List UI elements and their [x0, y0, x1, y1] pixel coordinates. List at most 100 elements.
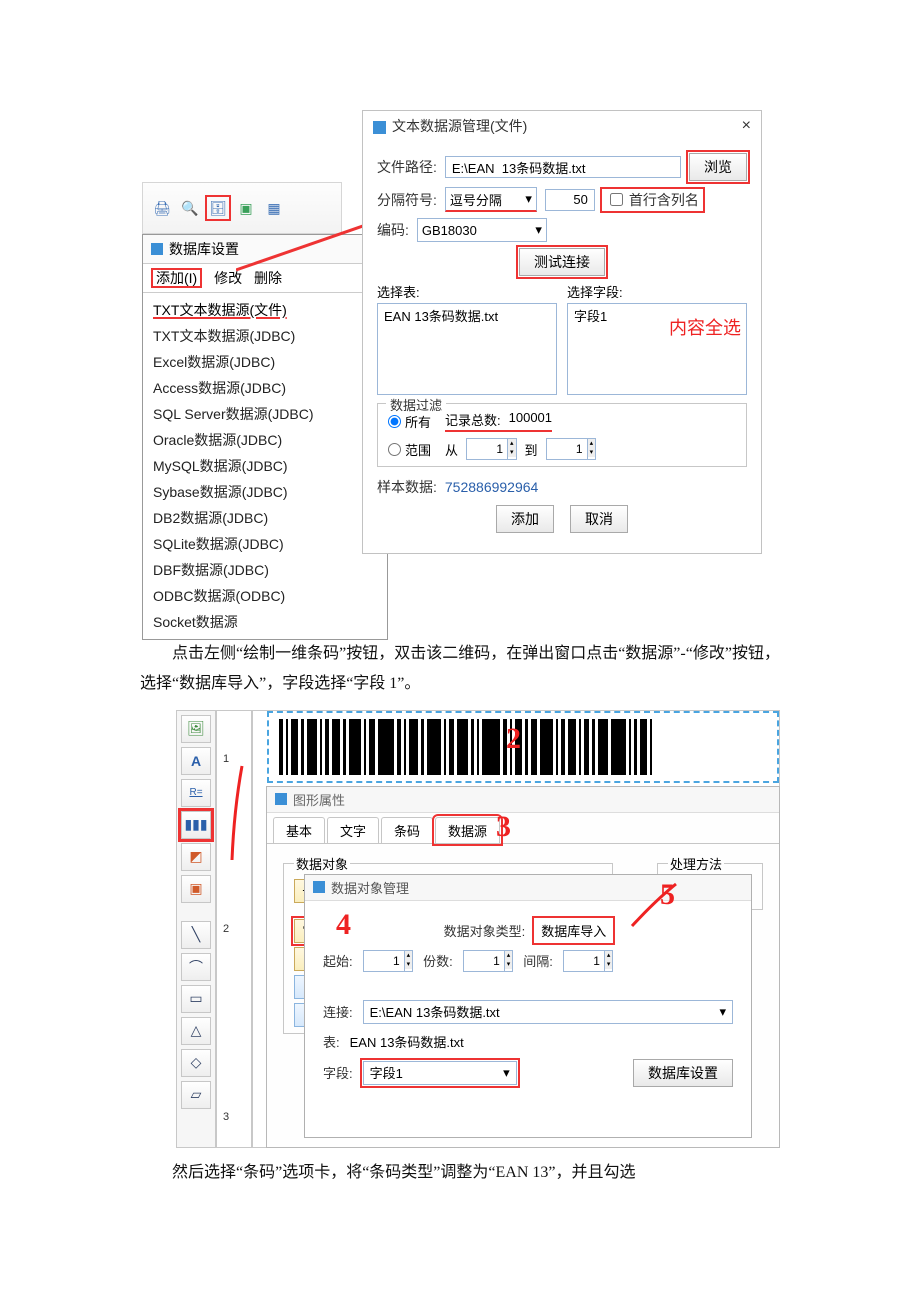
- inner-titlebar: 数据对象管理: [305, 875, 751, 901]
- dialog-title: 文本数据源管理(文件): [392, 118, 527, 134]
- table-listbox[interactable]: EAN 13条码数据.txt: [377, 303, 557, 395]
- cancel-button[interactable]: 取消: [570, 505, 628, 533]
- ds-item[interactable]: Sybase数据源(JDBC): [143, 479, 387, 505]
- conn-select[interactable]: E:\EAN 13条码数据.txt▾: [363, 1000, 733, 1024]
- ruler-mark: 1: [223, 753, 229, 765]
- field-select[interactable]: 字段1▾: [363, 1061, 517, 1085]
- barcode-icon[interactable]: ▮▮▮: [181, 811, 211, 839]
- separator-num[interactable]: [545, 189, 595, 211]
- separator-select[interactable]: 逗号分隔▾: [445, 187, 537, 212]
- print-icon[interactable]: 🖨: [153, 199, 171, 217]
- ds-item[interactable]: Socket数据源: [143, 609, 387, 635]
- app-icon: [275, 793, 287, 805]
- ruler-mark: 2: [223, 923, 229, 935]
- triangle-icon[interactable]: △: [181, 1017, 211, 1045]
- encoding-label: 编码:: [377, 220, 409, 240]
- text-icon[interactable]: A: [181, 747, 211, 775]
- paragraph-2: 然后选择“条码”选项卡，将“条码类型”调整为“EAN 13”，并且勾选: [140, 1158, 780, 1188]
- tab-basic[interactable]: 基本: [273, 817, 325, 843]
- filter-legend: 数据过滤: [386, 395, 446, 414]
- data-filter-group: 数据过滤 所有 记录总数: 100001 范围 从 ▴▾ 到 ▴▾: [377, 403, 747, 467]
- barcode-preview[interactable]: [267, 711, 779, 783]
- grid-icon[interactable]: ▦: [265, 199, 283, 217]
- image-icon[interactable]: 🖼: [181, 715, 211, 743]
- qrcode-icon[interactable]: ◩: [181, 843, 211, 871]
- ds-item[interactable]: Oracle数据源(JDBC): [143, 427, 387, 453]
- count-label: 份数:: [423, 951, 453, 970]
- app-icon: [313, 881, 325, 893]
- dialog-titlebar: 文本数据源管理(文件) ×: [363, 111, 761, 141]
- ds-item[interactable]: SQL Server数据源(JDBC): [143, 401, 387, 427]
- start-spinner[interactable]: ▴▾: [363, 950, 414, 972]
- gap-label: 间隔:: [523, 951, 553, 970]
- zoom-icon[interactable]: 🔍: [181, 199, 199, 217]
- separator-label: 分隔符号:: [377, 190, 437, 210]
- radio-all[interactable]: 所有: [388, 412, 431, 431]
- richtext-icon[interactable]: R=: [181, 779, 211, 807]
- to-label: 到: [525, 440, 538, 459]
- add-button[interactable]: 添加: [496, 505, 554, 533]
- path-input[interactable]: [445, 156, 681, 178]
- first-row-checkbox[interactable]: [610, 193, 623, 206]
- rect-icon[interactable]: ▭: [181, 985, 211, 1013]
- ds-item[interactable]: TXT文本数据源(文件): [143, 297, 387, 323]
- sample-label: 样本数据:: [377, 477, 437, 497]
- start-label: 起始:: [323, 951, 353, 970]
- ds-item[interactable]: Excel数据源(JDBC): [143, 349, 387, 375]
- datasource-list: TXT文本数据源(文件) TXT文本数据源(JDBC) Excel数据源(JDB…: [143, 293, 387, 639]
- browse-button[interactable]: 浏览: [689, 153, 747, 181]
- table-item[interactable]: EAN 13条码数据.txt: [378, 304, 556, 327]
- tab-datasource[interactable]: 数据源: [435, 817, 500, 843]
- ds-item[interactable]: Access数据源(JDBC): [143, 375, 387, 401]
- count-spinner[interactable]: ▴▾: [463, 950, 514, 972]
- ds-item[interactable]: ODBC数据源(ODBC): [143, 583, 387, 609]
- menu-delete[interactable]: 删除: [254, 270, 282, 286]
- ds-item[interactable]: DB2数据源(JDBC): [143, 505, 387, 531]
- data-object-dialog: 数据对象管理 数据对象类型: 数据库导入 起始: ▴▾ 份数: ▴▾ 间隔: ▴…: [304, 874, 752, 1138]
- ruler-mark: 3: [223, 1111, 229, 1123]
- tab-text[interactable]: 文字: [327, 817, 379, 843]
- test-connection-button[interactable]: 测试连接: [519, 248, 605, 276]
- inner-title: 数据对象管理: [331, 878, 409, 897]
- type-value[interactable]: 数据库导入: [535, 919, 612, 942]
- table-label: 表:: [323, 1032, 340, 1051]
- method-label: 处理方法: [668, 854, 724, 873]
- db-settings-button[interactable]: 数据库设置: [633, 1059, 733, 1087]
- first-row-checkbox-wrap[interactable]: 首行含列名: [603, 190, 702, 210]
- line-icon[interactable]: ╲: [181, 921, 211, 949]
- record-count-value: 100001: [509, 410, 552, 429]
- database-icon[interactable]: 🗄: [209, 199, 227, 217]
- dialog-title: 图形属性: [293, 790, 345, 809]
- gap-spinner[interactable]: ▴▾: [563, 950, 614, 972]
- field-label: 字段:: [323, 1063, 353, 1082]
- radio-range[interactable]: 范围: [388, 440, 431, 459]
- ds-item[interactable]: DBF数据源(JDBC): [143, 557, 387, 583]
- trapezoid-icon[interactable]: ▱: [181, 1081, 211, 1109]
- annotation-select-all: 内容全选: [669, 314, 741, 340]
- select-field-label: 选择字段:: [567, 282, 747, 301]
- menu-add[interactable]: 添加(I): [151, 268, 202, 288]
- package-icon[interactable]: ▣: [237, 199, 255, 217]
- app-icon: [373, 121, 386, 134]
- diamond-icon[interactable]: ◇: [181, 1049, 211, 1077]
- shape-icon[interactable]: ▣: [181, 875, 211, 903]
- screenshot-barcode-properties: 🖼 A R= ▮▮▮ ◩ ▣ ╲ ⌒ ▭ △ ◇ ▱ 1 2 3: [176, 710, 780, 1148]
- arc-icon[interactable]: ⌒: [181, 953, 211, 981]
- tab-bar: 基本 文字 条码 数据源: [267, 813, 779, 844]
- encoding-select[interactable]: GB18030▾: [417, 218, 547, 242]
- range-from-spinner[interactable]: ▴▾: [466, 438, 517, 460]
- datasource-menu: 数据库设置 添加(I) 修改 删除 TXT文本数据源(文件) TXT文本数据源(…: [142, 234, 388, 640]
- range-to-spinner[interactable]: ▴▾: [546, 438, 597, 460]
- dialog-titlebar: 图形属性: [267, 787, 779, 813]
- ds-item[interactable]: SQLite数据源(JDBC): [143, 531, 387, 557]
- app-icon: [151, 243, 163, 255]
- close-icon[interactable]: ×: [742, 117, 751, 135]
- ds-item[interactable]: MySQL数据源(JDBC): [143, 453, 387, 479]
- from-label: 从: [445, 440, 458, 459]
- menu-modify[interactable]: 修改: [214, 270, 242, 286]
- tools-sidebar: 🖼 A R= ▮▮▮ ◩ ▣ ╲ ⌒ ▭ △ ◇ ▱: [176, 710, 216, 1148]
- paragraph-1: 点击左侧“绘制一维条码”按钮，双击该二维码，在弹出窗口点击“数据源”-“修改”按…: [140, 639, 780, 700]
- tab-barcode[interactable]: 条码: [381, 817, 433, 843]
- main-toolbar: 🖨 🔍 🗄 ▣ ▦: [142, 182, 342, 234]
- ds-item[interactable]: TXT文本数据源(JDBC): [143, 323, 387, 349]
